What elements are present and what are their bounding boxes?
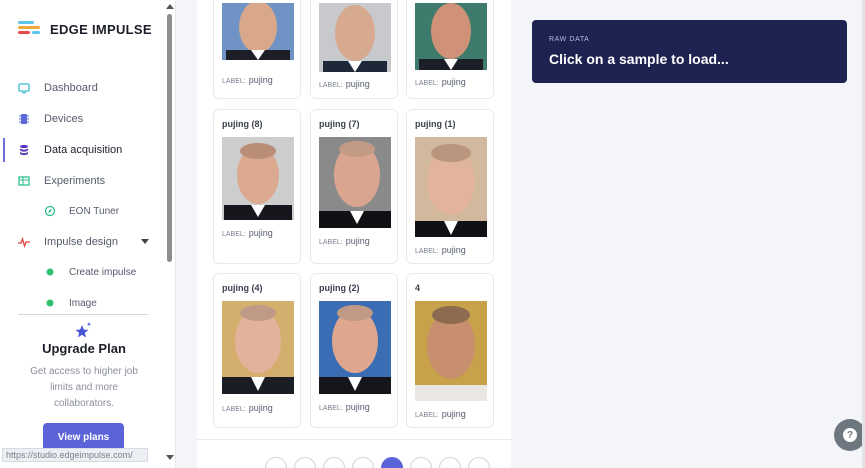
sidebar-item-data-acquisition[interactable]: Data acquisition	[0, 138, 160, 162]
sample-title: pujing (8)	[222, 119, 263, 129]
page-button[interactable]	[468, 457, 490, 468]
sample-card[interactable]: 4 LABEL: pujing	[406, 273, 494, 428]
table-icon	[18, 175, 30, 187]
sidebar-item-label: Image	[69, 297, 97, 309]
sample-label: LABEL: pujing	[222, 403, 273, 413]
dot-icon	[44, 266, 56, 278]
sample-card[interactable]: pujing (8) LABEL: pujing	[213, 109, 301, 264]
chevron-down-icon[interactable]	[141, 239, 149, 244]
sample-label: LABEL: pujing	[222, 75, 273, 85]
page-button[interactable]	[323, 457, 345, 468]
question-icon: ?	[843, 428, 857, 442]
monitor-icon	[18, 82, 30, 94]
sidebar-item-image[interactable]: Image	[0, 291, 160, 315]
sample-label: LABEL: pujing	[415, 409, 466, 419]
help-button[interactable]: ?	[834, 419, 865, 451]
sample-image	[222, 137, 294, 220]
divider	[18, 314, 148, 315]
page-button[interactable]	[439, 457, 461, 468]
sample-card[interactable]: LABEL: pujing	[213, 0, 301, 99]
brand-name: EDGE IMPULSE	[50, 21, 152, 37]
sidebar-item-devices[interactable]: Devices	[0, 107, 160, 131]
sidebar-item-label: Devices	[44, 113, 84, 125]
sample-label: LABEL: pujing	[415, 77, 466, 87]
sample-card[interactable]: pujing (7) LABEL: pujing	[310, 109, 398, 264]
view-plans-button[interactable]: View plans	[43, 423, 124, 451]
raw-data-caption: RAW DATA	[549, 36, 590, 43]
sparkle-star-icon	[74, 320, 94, 340]
sample-image	[222, 3, 294, 60]
page-button[interactable]	[352, 457, 374, 468]
scroll-up-icon[interactable]	[166, 4, 174, 9]
compass-icon	[44, 205, 56, 217]
pager-divider	[197, 439, 511, 440]
brand[interactable]: EDGE IMPULSE	[18, 20, 152, 38]
sample-title: pujing (1)	[415, 119, 456, 129]
sidebar-scrollbar[interactable]	[164, 0, 176, 468]
sample-title: pujing (4)	[222, 283, 263, 293]
sidebar: EDGE IMPULSE Dashboard Devices Data acqu…	[0, 0, 176, 468]
sidebar-item-label: Create impulse	[69, 266, 137, 278]
page-button[interactable]	[265, 457, 287, 468]
sidebar-item-label: Experiments	[44, 175, 106, 187]
status-bar-url: https://studio.edgeimpulse.com/	[2, 448, 148, 462]
sample-label: LABEL: pujing	[319, 79, 370, 89]
upgrade-plan-text: Get access to higher job limits and more…	[30, 366, 138, 409]
sample-card[interactable]: pujing (2) LABEL: pujing	[310, 273, 398, 428]
page-button-current[interactable]	[381, 457, 403, 468]
sidebar-item-label: Data acquisition	[44, 144, 123, 156]
sample-image	[222, 301, 294, 394]
scrollbar-thumb[interactable]	[167, 14, 172, 262]
sidebar-item-label: Impulse design	[44, 236, 118, 248]
sidebar-item-eon-tuner[interactable]: EON Tuner	[0, 199, 160, 223]
sidebar-item-create-impulse[interactable]: Create impulse	[0, 260, 160, 284]
sample-image	[415, 137, 487, 237]
page-button[interactable]	[410, 457, 432, 468]
edge-impulse-logo	[18, 20, 42, 38]
raw-data-message: Click on a sample to load...	[549, 51, 729, 67]
dot-icon	[44, 297, 56, 309]
sample-image	[319, 301, 391, 394]
scroll-down-icon[interactable]	[166, 455, 174, 460]
sidebar-item-dashboard[interactable]: Dashboard	[0, 76, 160, 100]
sample-label: LABEL: pujing	[319, 236, 370, 246]
upgrade-plan-title: Upgrade Plan	[42, 341, 126, 356]
sidebar-item-experiments[interactable]: Experiments	[0, 169, 160, 193]
sample-card[interactable]: pujing (4) LABEL: pujing	[213, 273, 301, 428]
sidebar-item-label: EON Tuner	[69, 205, 120, 217]
database-icon	[18, 144, 30, 156]
samples-panel: LABEL: pujing LABEL: pujing LABEL: pujing p…	[197, 0, 511, 468]
sample-label: LABEL: pujing	[222, 228, 273, 238]
sample-image	[319, 3, 391, 72]
sample-label: LABEL: pujing	[415, 245, 466, 255]
sample-title: pujing (2)	[319, 283, 360, 293]
sample-card[interactable]: pujing (1) LABEL: pujing	[406, 109, 494, 264]
sample-title: 4	[415, 283, 421, 293]
sample-title: pujing (7)	[319, 119, 360, 129]
sample-image	[415, 301, 487, 401]
sample-label: LABEL: pujing	[319, 402, 370, 412]
sidebar-item-impulse-design[interactable]: Impulse design	[0, 230, 160, 254]
sample-card[interactable]: LABEL: pujing	[406, 0, 494, 99]
sample-image	[415, 3, 487, 70]
pulse-icon	[18, 236, 30, 248]
sample-card[interactable]: LABEL: pujing	[310, 0, 398, 99]
sample-image	[319, 137, 391, 228]
page-button[interactable]	[294, 457, 316, 468]
chip-icon	[18, 113, 30, 125]
raw-data-card: RAW DATA Click on a sample to load...	[532, 20, 847, 83]
sidebar-item-label: Dashboard	[44, 82, 98, 94]
